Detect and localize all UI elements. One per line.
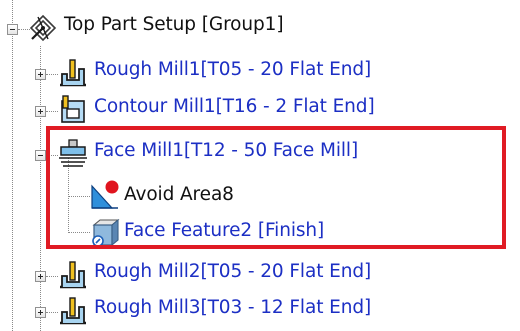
- rough-mill-icon: [58, 260, 88, 290]
- rough-mill-icon: [58, 58, 88, 88]
- tree-branch-op2: [46, 111, 58, 112]
- expand-toggle-rough-mill2[interactable]: [35, 271, 46, 282]
- collapse-toggle-face-mill1[interactable]: [35, 150, 46, 161]
- expand-toggle-contour-mill1[interactable]: [35, 106, 46, 117]
- tree-branch-op5: [46, 312, 58, 313]
- operation-tree: Top Part Setup [Group1] Rough Mill1[T05 …: [0, 0, 520, 331]
- tree-item-rough-mill2[interactable]: Rough Mill2[T05 - 20 Flat End]: [94, 259, 371, 285]
- highlight-box: [46, 126, 506, 249]
- tree-item-rough-mill1[interactable]: Rough Mill1[T05 - 20 Flat End]: [94, 57, 371, 83]
- collapse-toggle-root[interactable]: [7, 24, 18, 35]
- contour-mill-icon: [58, 95, 88, 125]
- tree-item-rough-mill3[interactable]: Rough Mill3[T03 - 12 Flat End]: [94, 295, 371, 321]
- tree-line-ops: [40, 46, 41, 331]
- rough-mill-icon: [58, 296, 88, 326]
- tree-item-top-part-setup[interactable]: Top Part Setup [Group1]: [64, 12, 284, 38]
- tree-line-root: [12, 0, 13, 331]
- tree-branch-op1: [46, 74, 58, 75]
- expand-toggle-rough-mill1[interactable]: [35, 69, 46, 80]
- setup-compass-icon: [28, 13, 58, 43]
- tree-branch-op4: [46, 276, 58, 277]
- expand-toggle-rough-mill3[interactable]: [35, 307, 46, 318]
- tree-item-contour-mill1[interactable]: Contour Mill1[T16 - 2 Flat End]: [94, 94, 375, 120]
